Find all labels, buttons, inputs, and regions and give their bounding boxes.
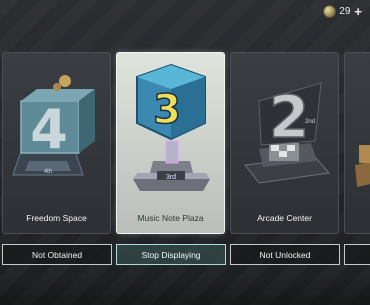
currency-amount: 29	[339, 6, 351, 17]
trophy-card-music-note-plaza[interactable]: 3rd 3 Music Note Plaza	[116, 52, 225, 234]
stop-displaying-button[interactable]: Stop Displaying	[116, 244, 226, 265]
bottom-shade	[0, 275, 370, 305]
trophy-numeral-2: 2	[269, 83, 309, 151]
trophy-badge-3rd: 3rd	[166, 174, 176, 181]
trophy-card-arcade-center[interactable]: 2 2nd Arcade Center	[230, 52, 339, 234]
trophy-numeral-3: 3	[153, 87, 181, 133]
currency-bar: 29 +	[324, 5, 362, 18]
trophy-4th-image: 4 4th	[12, 75, 95, 176]
trophy-partial-image	[355, 145, 370, 187]
trophy-card-freedom-space[interactable]: 4 4th Freedom Space	[2, 52, 111, 234]
trophy-card-partial[interactable]	[344, 52, 370, 234]
trophy-2nd-image: 2 2nd	[244, 82, 330, 184]
card-name: Arcade Center	[257, 213, 312, 223]
svg-text:4: 4	[30, 98, 68, 161]
trophy-badge-4th: 4th	[44, 169, 52, 175]
trophy-3rd-image: 3rd 3	[133, 63, 210, 191]
not-obtained-button[interactable]: Not Obtained	[2, 244, 112, 265]
partial-card-button[interactable]	[344, 244, 370, 265]
not-unlocked-button[interactable]: Not Unlocked	[230, 244, 340, 265]
coin-icon	[324, 6, 336, 17]
trophy-badge-2nd: 2nd	[305, 119, 315, 125]
add-currency-icon[interactable]: +	[354, 5, 362, 18]
card-name: Freedom Space	[26, 213, 87, 223]
card-name: Music Note Plaza	[137, 213, 204, 223]
